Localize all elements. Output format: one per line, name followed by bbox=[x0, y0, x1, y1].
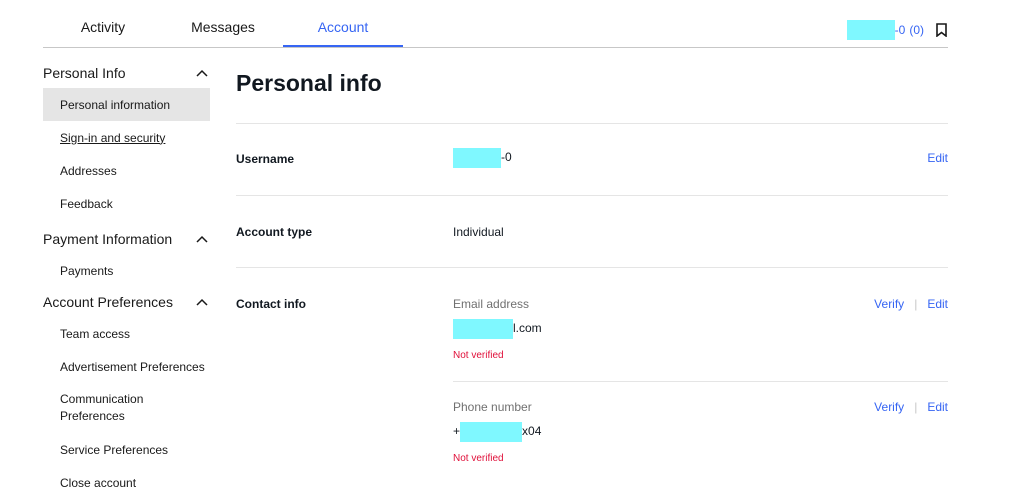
sidebar-item-advertisement-preferences[interactable]: Advertisement Preferences bbox=[43, 350, 210, 383]
account-type-row: Account type Individual bbox=[236, 195, 948, 267]
tab-messages[interactable]: Messages bbox=[163, 0, 283, 46]
username-row: Username -0 Edit bbox=[236, 123, 948, 195]
redacted-phone bbox=[460, 422, 523, 442]
tab-account[interactable]: Account bbox=[283, 0, 403, 47]
phone-edit-link[interactable]: Edit bbox=[927, 400, 948, 414]
chevron-up-icon[interactable] bbox=[194, 294, 210, 310]
page-title: Personal info bbox=[236, 70, 382, 96]
sidebar-item-team-access[interactable]: Team access bbox=[43, 317, 210, 350]
phone-value: + x04 bbox=[453, 422, 541, 442]
sidebar-item-label: Service Preferences bbox=[60, 442, 169, 457]
email-label: Email address bbox=[453, 297, 530, 311]
phone-verify-link[interactable]: Verify bbox=[874, 400, 904, 414]
chevron-up-icon[interactable] bbox=[194, 65, 210, 81]
phone-status: Not verified bbox=[453, 453, 504, 464]
sidebar-section-personal-info[interactable]: Personal Info bbox=[43, 58, 210, 88]
email-verify-link[interactable]: Verify bbox=[874, 297, 904, 311]
sidebar-item-sign-in-security[interactable]: Sign-in and security bbox=[43, 121, 210, 154]
username-label: Username bbox=[236, 152, 295, 166]
sidebar-item-addresses[interactable]: Addresses bbox=[43, 154, 210, 187]
sidebar-item-close-account[interactable]: Close account bbox=[43, 466, 210, 499]
phone-prefix: + bbox=[453, 424, 461, 439]
email-status: Not verified bbox=[453, 350, 504, 361]
sidebar-item-label: Addresses bbox=[60, 163, 117, 178]
divider: | bbox=[914, 297, 918, 311]
username-suffix: -0 bbox=[501, 150, 512, 165]
sidebar: Personal Info Personal information Sign-… bbox=[43, 58, 210, 499]
main-content: Personal info Username -0 Edit Account t… bbox=[236, 58, 948, 482]
sidebar-item-label: Team access bbox=[60, 326, 131, 341]
redacted-username bbox=[846, 20, 895, 40]
tab-activity[interactable]: Activity bbox=[43, 0, 163, 46]
sidebar-item-label: Communication Preferences bbox=[60, 392, 144, 423]
phone-label: Phone number bbox=[453, 400, 532, 414]
bookmark-icon[interactable] bbox=[934, 23, 948, 37]
section-title: Personal Info bbox=[43, 65, 126, 81]
sidebar-item-personal-information[interactable]: Personal information bbox=[43, 88, 210, 121]
user-menu[interactable]: -0 (0) bbox=[846, 20, 948, 40]
email-edit-link[interactable]: Edit bbox=[927, 297, 948, 311]
username-value: -0 bbox=[453, 148, 512, 168]
sidebar-item-feedback[interactable]: Feedback bbox=[43, 187, 210, 220]
user-suffix: -0 bbox=[894, 23, 906, 37]
notification-count: (0) bbox=[909, 23, 924, 37]
username-edit-link[interactable]: Edit bbox=[927, 151, 948, 165]
top-tabs: Activity Messages Account -0 (0) bbox=[43, 0, 948, 48]
phone-suffix: x04 bbox=[522, 424, 542, 439]
sidebar-item-label: Personal information bbox=[60, 97, 171, 112]
sidebar-item-label: Close account bbox=[60, 475, 137, 490]
redacted-email bbox=[453, 319, 513, 339]
contact-info-label: Contact info bbox=[236, 297, 306, 311]
section-title: Payment Information bbox=[43, 231, 173, 247]
sidebar-section-payment-information[interactable]: Payment Information bbox=[43, 224, 210, 254]
email-suffix: l.com bbox=[513, 321, 542, 336]
sidebar-section-account-preferences[interactable]: Account Preferences bbox=[43, 287, 210, 317]
sidebar-item-label: Feedback bbox=[60, 196, 113, 211]
account-type-label: Account type bbox=[236, 225, 313, 239]
contact-info-row: Contact info Email address l.com Not ver… bbox=[236, 267, 948, 382]
sidebar-item-communication-preferences[interactable]: Communication Preferences bbox=[43, 383, 210, 433]
sidebar-item-service-preferences[interactable]: Service Preferences bbox=[43, 433, 210, 466]
sidebar-item-label: Advertisement Preferences bbox=[60, 359, 205, 374]
phone-row: Phone number + x04 Not verified Verify | … bbox=[236, 382, 948, 482]
account-type-value: Individual bbox=[453, 225, 504, 239]
redacted-username bbox=[453, 148, 501, 168]
section-title: Account Preferences bbox=[43, 294, 173, 310]
divider: | bbox=[914, 400, 918, 414]
email-value: l.com bbox=[453, 319, 542, 339]
sidebar-item-payments[interactable]: Payments bbox=[43, 254, 210, 287]
chevron-up-icon[interactable] bbox=[194, 231, 210, 247]
sidebar-item-label: Sign-in and security bbox=[60, 130, 166, 145]
sidebar-item-label: Payments bbox=[60, 263, 114, 278]
